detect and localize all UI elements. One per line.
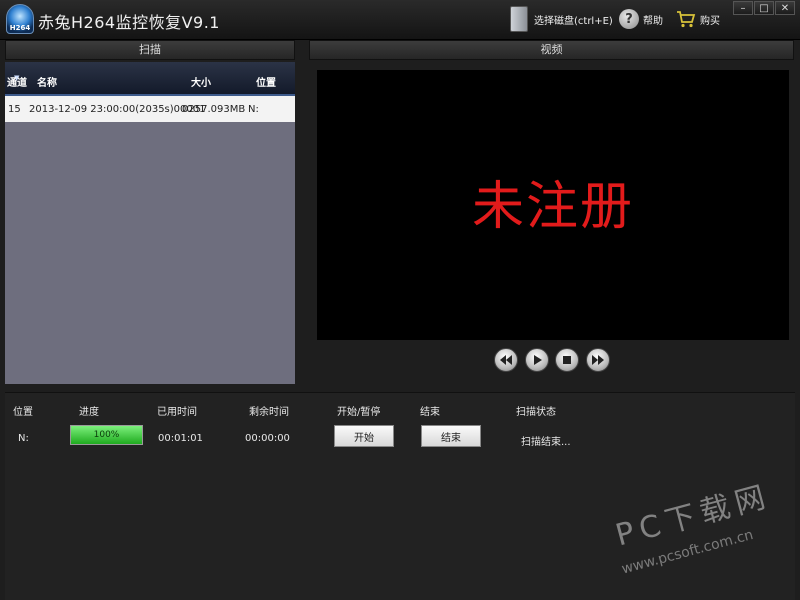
scan-table-header: ▼ 通道 名称 大小 位置 bbox=[5, 62, 295, 96]
remaining-time: 00:00:00 bbox=[245, 433, 290, 444]
video-panel-header: 视频 bbox=[309, 40, 794, 60]
progress-label: 100% bbox=[93, 430, 120, 440]
status-location: N: bbox=[18, 433, 29, 444]
cart-icon bbox=[677, 11, 696, 28]
status-header-remaining: 剩余时间 bbox=[249, 407, 289, 418]
status-header-end: 结束 bbox=[420, 407, 440, 418]
column-header-name[interactable]: 名称 bbox=[37, 74, 57, 89]
status-header-elapsed: 已用时间 bbox=[157, 407, 197, 418]
rewind-button[interactable] bbox=[494, 348, 518, 372]
scan-results-table[interactable]: ▼ 通道 名称 大小 位置 15 2013-12-09 23:00:00(203… bbox=[5, 62, 295, 384]
row-size: 0257.093MB bbox=[182, 104, 246, 115]
start-button[interactable]: 开始 bbox=[334, 425, 394, 447]
maximize-button[interactable]: □ bbox=[754, 1, 774, 15]
stop-button[interactable] bbox=[555, 348, 579, 372]
status-header-start-pause: 开始/暂停 bbox=[337, 407, 381, 418]
watermark: PC下载网 www.pcsoft.com.cn bbox=[600, 479, 795, 595]
status-header-scan-state: 扫描状态 bbox=[516, 407, 556, 418]
close-button[interactable]: ✕ bbox=[775, 1, 795, 15]
help-label: 帮助 bbox=[643, 15, 663, 27]
unregistered-overlay: 未注册 bbox=[471, 177, 634, 237]
row-name: 2013-12-09 23:00:00(2035s)00001 bbox=[29, 104, 206, 115]
help-icon: ? bbox=[619, 9, 639, 29]
disk-icon bbox=[510, 6, 528, 32]
scan-state-text: 扫描结束... bbox=[521, 437, 571, 448]
end-button[interactable]: 结束 bbox=[421, 425, 481, 447]
help-button[interactable]: ? 帮助 bbox=[619, 6, 663, 32]
select-disk-button[interactable]: 选择磁盘(ctrl+E) bbox=[510, 6, 613, 32]
scan-panel-header: 扫描 bbox=[5, 40, 295, 60]
table-row[interactable]: 15 2013-12-09 23:00:00(2035s)00001 0257.… bbox=[5, 96, 295, 122]
elapsed-time: 00:01:01 bbox=[158, 433, 203, 444]
forward-icon bbox=[592, 355, 604, 365]
buy-button[interactable]: 购买 bbox=[676, 6, 720, 32]
app-title: 赤兔H264监控恢复V9.1 bbox=[38, 13, 220, 32]
row-location: N: bbox=[248, 104, 259, 115]
video-preview[interactable]: 未注册 bbox=[317, 70, 789, 340]
progress-bar: 100% bbox=[70, 425, 143, 445]
play-button[interactable] bbox=[525, 348, 549, 372]
title-bar: H264 赤兔H264监控恢复V9.1 选择磁盘(ctrl+E) ? 帮助 购买… bbox=[0, 0, 800, 40]
row-channel: 15 bbox=[8, 104, 21, 115]
play-icon bbox=[534, 355, 542, 365]
app-logo-text: H264 bbox=[9, 24, 31, 32]
column-header-size[interactable]: 大小 bbox=[191, 74, 211, 89]
rewind-icon bbox=[500, 355, 512, 365]
buy-label: 购买 bbox=[700, 15, 720, 27]
status-header-location: 位置 bbox=[13, 407, 33, 418]
column-header-location[interactable]: 位置 bbox=[256, 74, 276, 89]
column-header-channel[interactable]: 通道 bbox=[7, 74, 27, 89]
stop-icon bbox=[563, 356, 571, 364]
fast-forward-button[interactable] bbox=[586, 348, 610, 372]
minimize-button[interactable]: – bbox=[733, 1, 753, 15]
status-header-progress: 进度 bbox=[79, 407, 99, 418]
select-disk-label: 选择磁盘(ctrl+E) bbox=[534, 15, 613, 27]
